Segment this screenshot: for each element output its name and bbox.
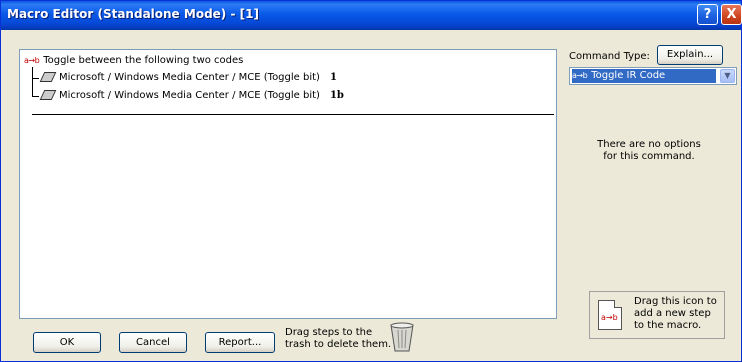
ok-button[interactable]: OK <box>33 332 101 353</box>
report-button[interactable]: Report... <box>205 332 275 353</box>
command-type-label: Command Type: <box>569 51 650 62</box>
no-options-line: for this command. <box>603 151 695 162</box>
no-options-text: There are no options for this command. <box>569 139 729 163</box>
no-options-line: There are no options <box>597 139 701 150</box>
toggle-icon: a→b <box>601 313 618 322</box>
cancel-button[interactable]: Cancel <box>119 332 187 353</box>
explain-button[interactable]: Explain... <box>657 45 723 65</box>
command-type-value: Toggle IR Code <box>591 70 666 81</box>
tree-child-code: 1b <box>329 90 344 101</box>
tree-child-item[interactable]: Microsoft / Windows Media Center / MCE (… <box>39 90 344 102</box>
tree-child-label: Microsoft / Windows Media Center / MCE (… <box>59 72 320 83</box>
title-bar[interactable]: Macro Editor (Standalone Mode) - [1] ? X <box>1 1 742 30</box>
macro-steps-tree[interactable]: a→b Toggle between the following two code… <box>19 49 557 319</box>
window-title: Macro Editor (Standalone Mode) - [1] <box>7 7 259 21</box>
trash-hint-line: trash to delete them. <box>285 339 392 350</box>
help-button[interactable]: ? <box>697 4 718 25</box>
new-step-icon[interactable]: a→b <box>598 300 622 330</box>
tree-root-label: Toggle between the following two codes <box>43 55 244 66</box>
chevron-down-icon[interactable]: ▼ <box>720 69 735 83</box>
trash-hint-line: Drag steps to the <box>285 327 373 338</box>
ir-code-icon <box>39 90 57 100</box>
drag-hint-line: add a new step <box>634 308 711 319</box>
trash-icon[interactable] <box>389 321 415 353</box>
toggle-icon: a→b <box>24 56 40 65</box>
tree-child-item[interactable]: Microsoft / Windows Media Center / MCE (… <box>39 72 337 84</box>
drag-hint-line: Drag this icon to <box>634 296 717 307</box>
trash-hint: Drag steps to the trash to delete them. <box>285 327 391 351</box>
tree-root-item[interactable]: a→b Toggle between the following two code… <box>24 55 243 67</box>
tree-child-label: Microsoft / Windows Media Center / MCE (… <box>59 90 320 101</box>
toggle-icon: a→b <box>572 71 588 80</box>
macro-editor-window: Macro Editor (Standalone Mode) - [1] ? X… <box>0 0 742 362</box>
tree-branch-line <box>32 67 33 97</box>
drag-hint-text: Drag this icon to add a new step to the … <box>634 296 717 332</box>
tree-child-code: 1 <box>329 72 337 83</box>
tree-end-line <box>32 114 554 115</box>
command-type-selected: a→b Toggle IR Code <box>572 69 716 83</box>
drag-hint-line: to the macro. <box>634 320 702 331</box>
close-button[interactable]: X <box>721 4 742 25</box>
tree-connector <box>32 78 39 79</box>
command-type-select[interactable]: a→b Toggle IR Code ▼ <box>569 67 737 85</box>
ir-code-icon <box>39 72 57 82</box>
tree-connector <box>32 96 39 97</box>
new-step-drag-box[interactable]: a→b Drag this icon to add a new step to … <box>589 291 725 339</box>
